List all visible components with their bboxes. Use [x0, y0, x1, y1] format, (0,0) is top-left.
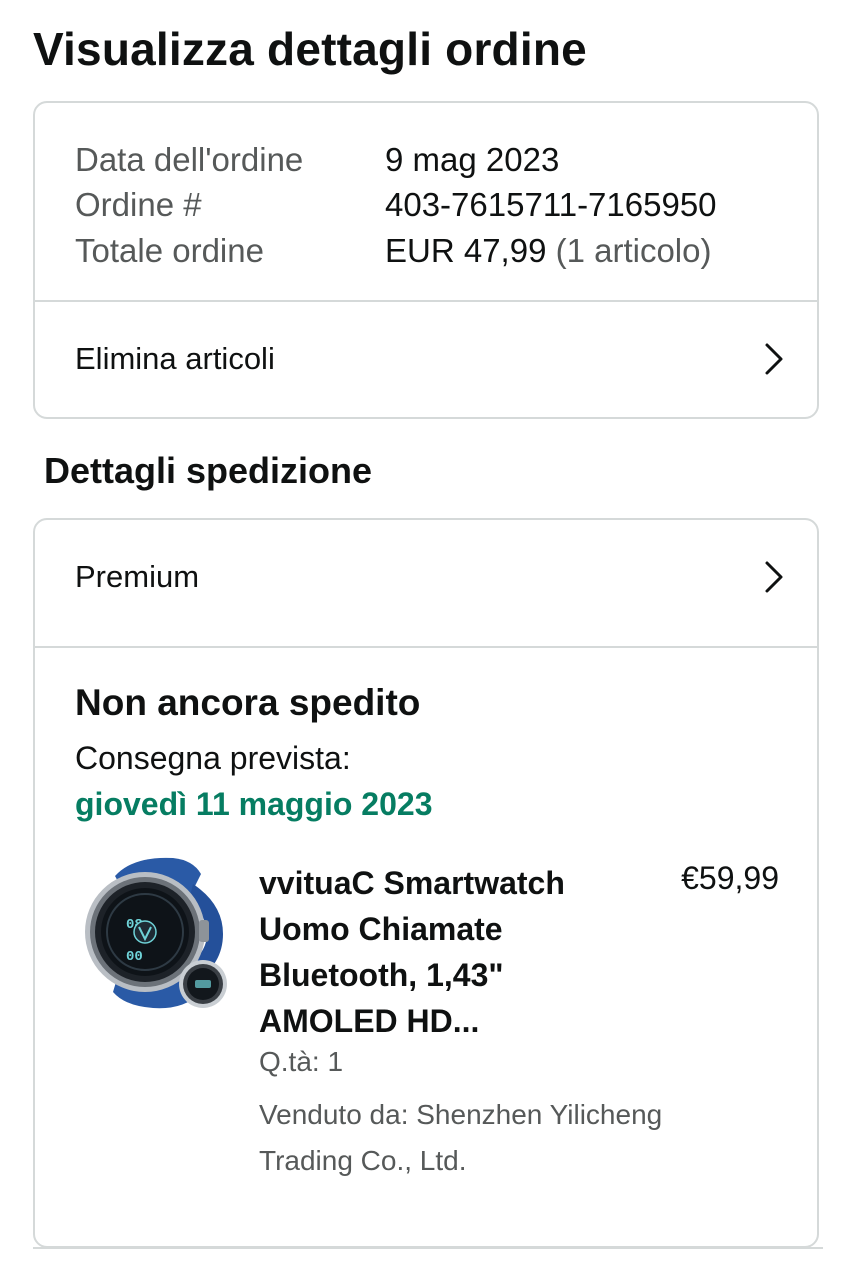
product-quantity: Q.tà: 1 — [259, 1046, 344, 1077]
divider — [35, 646, 817, 648]
product-price: €59,99 — [681, 860, 779, 896]
delivery-estimate-date: giovedì 11 maggio 2023 — [75, 786, 433, 822]
order-date-label: Data dell'ordine — [75, 140, 304, 178]
product-title-link[interactable]: vvituaC Smartwatch Uomo Chiamate Bluetoo… — [259, 860, 619, 1044]
chevron-right-icon — [765, 561, 783, 593]
order-number-value: 403-7615711-7165950 — [385, 186, 717, 224]
order-total-label: Totale ordine — [75, 231, 264, 269]
chevron-right-icon — [765, 343, 783, 375]
remove-items-label: Elimina articoli — [75, 341, 275, 376]
order-info-table: Data dell'ordine 9 mag 2023 Ordine # 403… — [75, 137, 717, 274]
order-item-count: (1 articolo) — [546, 231, 712, 269]
shipping-method-label: Premium — [75, 559, 200, 594]
smartwatch-product-image[interactable]: 08 00 — [73, 854, 231, 1012]
order-total-value: EUR 47,99 (1 articolo) — [385, 232, 712, 270]
product-seller: Venduto da: Shenzhen Yilicheng Trading C… — [259, 1099, 663, 1176]
delivery-estimate-label: Consegna prevista: — [75, 740, 351, 776]
svg-text:00: 00 — [126, 949, 143, 965]
order-total-row: Totale ordine EUR 47,99 (1 articolo) — [75, 228, 717, 274]
shipping-method-button[interactable]: Premium — [35, 520, 817, 634]
page-title: Visualizza dettagli ordine — [33, 23, 587, 75]
bottom-divider — [33, 1247, 823, 1249]
order-number-row: Ordine # 403-7615711-7165950 — [75, 183, 717, 229]
order-date-value: 9 mag 2023 — [385, 140, 560, 178]
shipping-card: Premium Non ancora spedito Consegna prev… — [33, 518, 819, 1248]
remove-items-button[interactable]: Elimina articoli — [35, 302, 817, 416]
order-total-amount: EUR 47,99 — [385, 231, 547, 269]
shipping-section-title: Dettagli spedizione — [44, 450, 373, 491]
order-number-label: Ordine # — [75, 186, 202, 224]
order-summary-card: Data dell'ordine 9 mag 2023 Ordine # 403… — [33, 101, 819, 419]
shipment-status: Non ancora spedito — [75, 682, 421, 723]
order-date-row: Data dell'ordine 9 mag 2023 — [75, 137, 717, 183]
